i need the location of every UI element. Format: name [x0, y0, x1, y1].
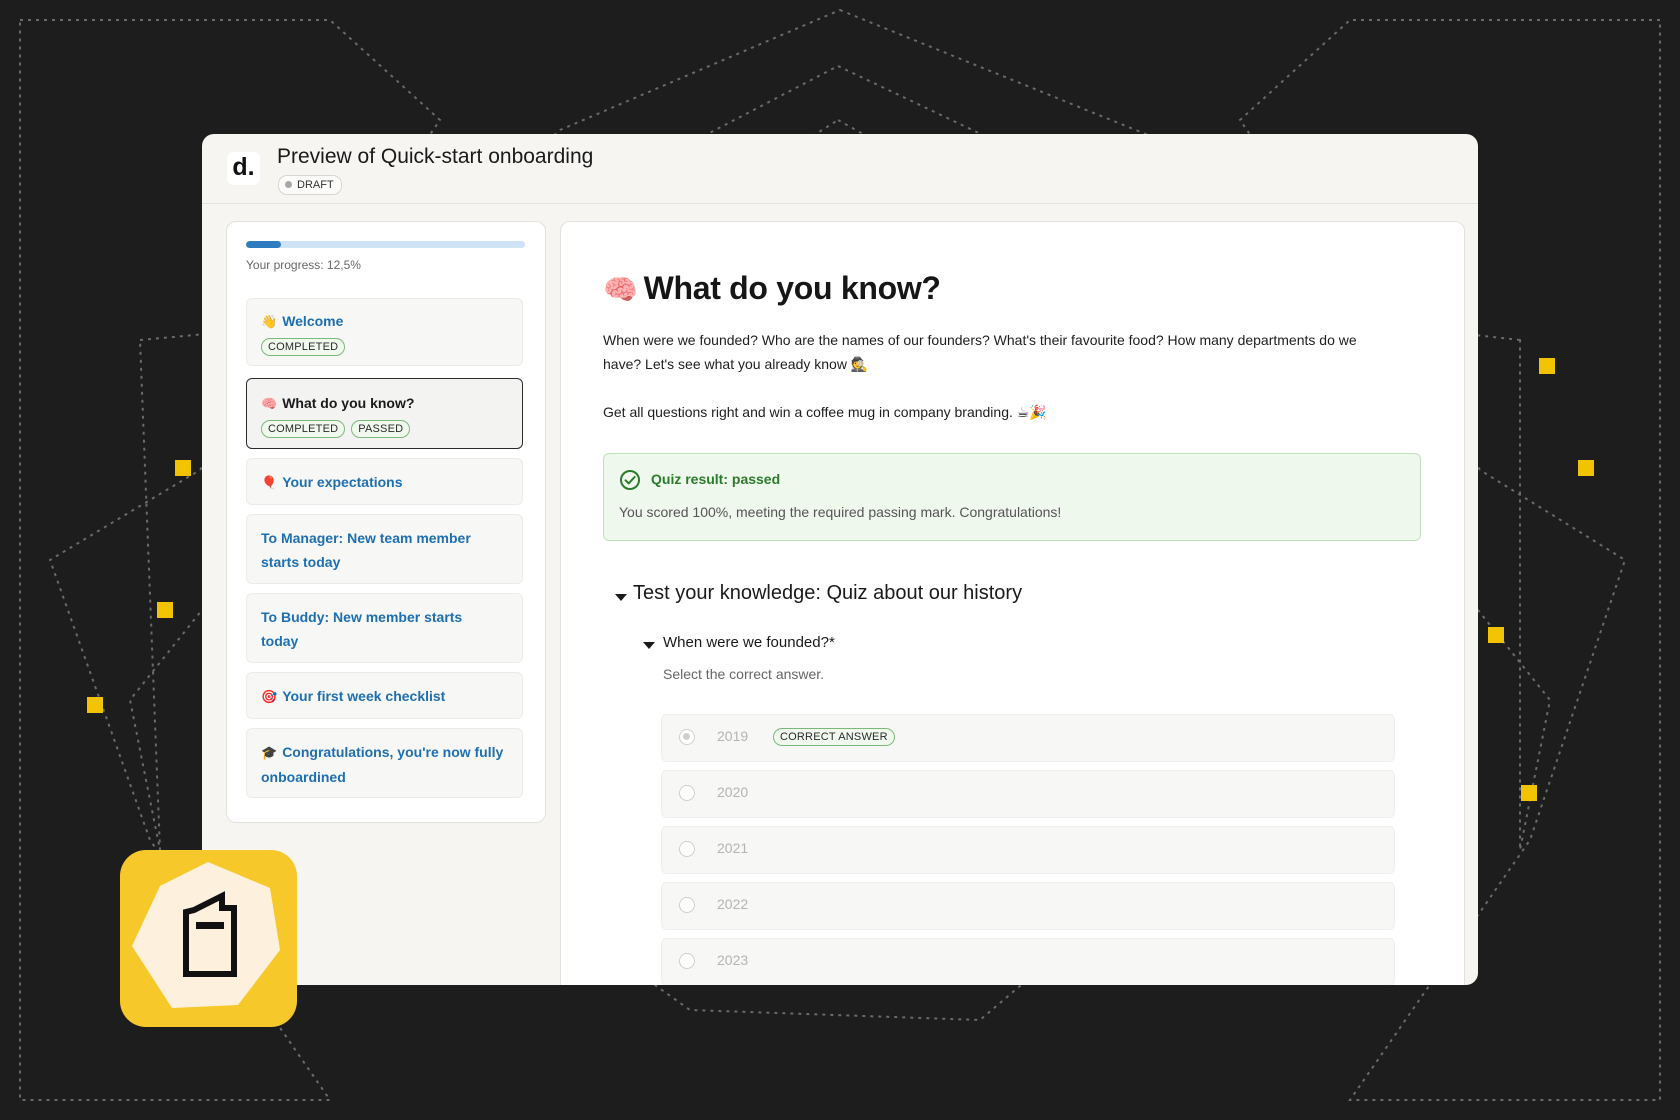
app-logo: d.	[227, 152, 260, 185]
sidebar-item-first-week-checklist[interactable]: 🎯 Your first week checklist	[246, 672, 523, 719]
app-icon	[120, 850, 297, 1027]
sidebar-item-to-manager[interactable]: To Manager: New team member starts today	[246, 514, 523, 584]
answer-label: 2019	[717, 728, 749, 744]
sidebar-item-welcome[interactable]: 👋 Welcome COMPLETED	[246, 298, 523, 366]
answer-option-2020[interactable]: 2020	[661, 770, 1395, 818]
balloon-icon: 🎈	[261, 475, 278, 490]
radio-button[interactable]	[679, 785, 695, 801]
answer-option-2019[interactable]: 2019 CORRECT ANSWER	[661, 714, 1395, 762]
answer-label: 2020	[717, 784, 749, 800]
answer-option-2023[interactable]: 2023	[661, 938, 1395, 985]
sidebar-item-label: today	[261, 633, 299, 649]
intro-line: When were we founded? Who are the names …	[603, 332, 1357, 348]
intro-prize-text: Get all questions right and win a coffee…	[603, 404, 1047, 420]
status-badge: COMPLETED	[261, 420, 346, 438]
sidebar-item-label: onboardined	[261, 769, 346, 785]
sidebar-item-label: Congratulations, you're now fully	[282, 744, 504, 760]
sidebar-item-congratulations[interactable]: 🎓 Congratulations, you're now fully onboa…	[246, 728, 523, 798]
intro-paragraph: When were we founded? Who are the names …	[603, 328, 1433, 376]
caret-down-icon[interactable]	[609, 586, 633, 610]
status-badge: COMPLETED	[261, 338, 346, 356]
radio-button[interactable]	[679, 729, 695, 745]
target-icon: 🎯	[261, 689, 278, 704]
waving-hand-icon: 👋	[261, 314, 278, 329]
sidebar-item-label: Your expectations	[282, 474, 403, 490]
sidebar-item-label: Welcome	[282, 313, 344, 329]
quiz-result-text: You scored 100%, meeting the required pa…	[619, 504, 1062, 520]
graduation-cap-icon: 🎓	[261, 745, 278, 760]
quiz-result-box: Quiz result: passed You scored 100%, mee…	[603, 453, 1421, 541]
content-title: 🧠 What do you know?	[603, 270, 941, 307]
progress-label: Your progress: 12,5%	[246, 258, 361, 272]
sidebar-item-what-do-you-know[interactable]: 🧠 What do you know? COMPLETED PASSED	[246, 378, 523, 449]
content-title-text: What do you know?	[643, 270, 941, 306]
status-badge: DRAFT	[278, 175, 342, 195]
quiz-result-title: Quiz result: passed	[651, 471, 781, 487]
sidebar: Your progress: 12,5% 👋 Welcome COMPLETED …	[226, 221, 546, 823]
main-content: 🧠 What do you know? When were we founded?…	[560, 221, 1465, 985]
radio-button[interactable]	[679, 841, 695, 857]
window-header: d. Preview of Quick-start onboarding DRA…	[202, 134, 1478, 204]
check-circle-icon	[620, 470, 640, 490]
book-icon	[132, 862, 280, 1008]
page-title: Preview of Quick-start onboarding	[277, 145, 594, 168]
question-title[interactable]: When were we founded?*	[663, 634, 835, 651]
answer-option-2021[interactable]: 2021	[661, 826, 1395, 874]
sidebar-item-label: To Manager: New team member	[261, 530, 471, 546]
sidebar-item-label: To Buddy: New member starts	[261, 609, 463, 625]
correct-answer-badge: CORRECT ANSWER	[773, 728, 895, 746]
radio-button[interactable]	[679, 897, 695, 913]
sidebar-item-to-buddy[interactable]: To Buddy: New member starts today	[246, 593, 523, 663]
status-badge: PASSED	[351, 420, 411, 438]
brain-icon: 🧠	[603, 274, 638, 305]
brain-icon: 🧠	[261, 396, 278, 411]
progress-bar-fill	[246, 241, 281, 248]
quiz-section-title[interactable]: Test your knowledge: Quiz about our hist…	[633, 582, 1022, 605]
sidebar-item-label: Your first week checklist	[282, 688, 446, 704]
sidebar-item-your-expectations[interactable]: 🎈 Your expectations	[246, 458, 523, 505]
progress-bar	[246, 241, 525, 248]
intro-line: have? Let's see what you already know 🕵	[603, 356, 869, 372]
caret-down-icon[interactable]	[639, 636, 659, 656]
sidebar-item-label: What do you know?	[282, 395, 415, 411]
status-badge-label: DRAFT	[297, 179, 334, 191]
answer-label: 2021	[717, 840, 749, 856]
question-hint: Select the correct answer.	[663, 666, 825, 682]
status-dot-icon	[285, 181, 292, 188]
answer-option-2022[interactable]: 2022	[661, 882, 1395, 930]
answer-label: 2022	[717, 896, 749, 912]
radio-button[interactable]	[679, 953, 695, 969]
sidebar-item-label: starts today	[261, 554, 341, 570]
answer-label: 2023	[717, 952, 749, 968]
app-window: d. Preview of Quick-start onboarding DRA…	[202, 134, 1478, 985]
